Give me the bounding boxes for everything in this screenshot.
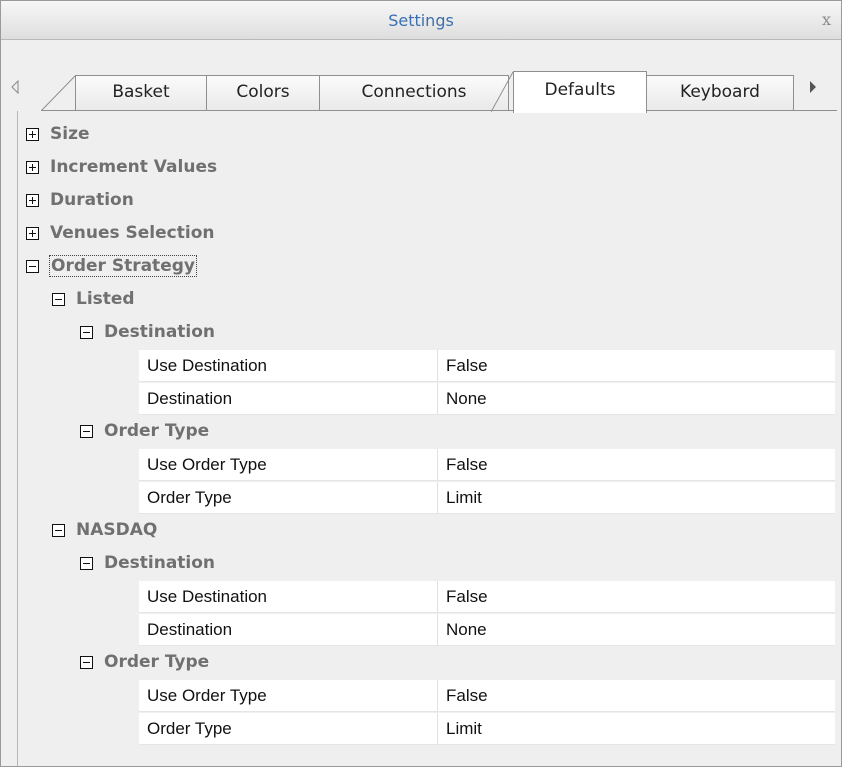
- category-label: Size: [50, 124, 90, 144]
- column-divider: [437, 350, 438, 381]
- expand-icon[interactable]: [26, 161, 39, 174]
- column-divider: [437, 449, 438, 480]
- subgroup-label: Order Type: [104, 652, 210, 672]
- collapse-icon[interactable]: [52, 524, 65, 537]
- property-row[interactable]: Destination None: [139, 614, 835, 646]
- category-label: Venues Selection: [50, 223, 215, 243]
- tab-strip: Basket Colors Connections Defaults Keybo…: [1, 63, 841, 113]
- subgroup-label: Order Type: [104, 421, 210, 441]
- column-divider: [437, 680, 438, 711]
- property-row[interactable]: Destination None: [139, 383, 835, 415]
- close-icon[interactable]: x: [822, 10, 831, 29]
- column-divider: [437, 482, 438, 513]
- property-name: Order Type: [147, 488, 232, 507]
- property-name: Destination: [147, 389, 233, 408]
- category-size[interactable]: Size: [18, 119, 835, 152]
- window-title: Settings: [388, 11, 454, 30]
- collapse-icon[interactable]: [80, 326, 93, 339]
- tab-scroll-left-icon[interactable]: [9, 79, 21, 95]
- property-value[interactable]: None: [446, 620, 487, 640]
- collapse-icon[interactable]: [52, 293, 65, 306]
- property-name: Use Destination: [147, 356, 268, 375]
- collapse-icon[interactable]: [80, 656, 93, 669]
- category-increment-values[interactable]: Increment Values: [18, 152, 835, 185]
- group-nasdaq[interactable]: NASDAQ: [18, 515, 835, 548]
- property-row[interactable]: Use Destination False: [139, 350, 835, 382]
- tab-basket[interactable]: Basket: [75, 75, 207, 111]
- collapse-icon[interactable]: [80, 557, 93, 570]
- property-value[interactable]: Limit: [446, 719, 482, 739]
- subgroup-label: Destination: [104, 553, 216, 573]
- property-row[interactable]: Use Order Type False: [139, 680, 835, 712]
- collapse-icon[interactable]: [26, 260, 39, 273]
- subgroup-order-type[interactable]: Order Type: [18, 416, 835, 449]
- property-value[interactable]: False: [446, 587, 488, 607]
- tab-colors[interactable]: Colors: [206, 75, 320, 111]
- tab-connections[interactable]: Connections: [319, 75, 509, 111]
- property-row[interactable]: Order Type Limit: [139, 482, 835, 514]
- property-value[interactable]: None: [446, 389, 487, 409]
- property-name: Use Order Type: [147, 455, 267, 474]
- subgroup-label: Destination: [104, 322, 216, 342]
- property-grid: Size Increment Values Duration Venues Se…: [17, 111, 835, 766]
- group-label: Listed: [76, 289, 135, 309]
- settings-window: Settings x Basket Colors Connections Def…: [0, 0, 842, 767]
- tab-scroll-right-icon[interactable]: [807, 79, 819, 95]
- column-divider: [437, 383, 438, 414]
- group-listed[interactable]: Listed: [18, 284, 835, 317]
- property-value[interactable]: False: [446, 686, 488, 706]
- subgroup-destination[interactable]: Destination: [18, 548, 835, 581]
- tab-defaults[interactable]: Defaults: [513, 71, 647, 113]
- property-value[interactable]: False: [446, 455, 488, 475]
- property-value[interactable]: False: [446, 356, 488, 376]
- collapse-icon[interactable]: [80, 425, 93, 438]
- tab-keyboard[interactable]: Keyboard: [646, 75, 794, 111]
- column-divider: [437, 713, 438, 744]
- category-duration[interactable]: Duration: [18, 185, 835, 218]
- property-row[interactable]: Use Destination False: [139, 581, 835, 613]
- property-name: Order Type: [147, 719, 232, 738]
- category-venues-selection[interactable]: Venues Selection: [18, 218, 835, 251]
- expand-icon[interactable]: [26, 194, 39, 207]
- group-label: NASDAQ: [76, 520, 158, 540]
- category-label: Increment Values: [50, 157, 218, 177]
- column-divider: [437, 614, 438, 645]
- expand-icon[interactable]: [26, 128, 39, 141]
- property-row[interactable]: Use Order Type False: [139, 449, 835, 481]
- expand-icon[interactable]: [26, 227, 39, 240]
- category-label: Order Strategy: [49, 255, 197, 277]
- title-bar[interactable]: Settings x: [1, 1, 841, 40]
- property-name: Use Destination: [147, 587, 268, 606]
- property-row[interactable]: Order Type Limit: [139, 713, 835, 745]
- property-name: Use Order Type: [147, 686, 267, 705]
- subgroup-order-type[interactable]: Order Type: [18, 647, 835, 680]
- column-divider: [437, 581, 438, 612]
- property-name: Destination: [147, 620, 233, 639]
- category-order-strategy[interactable]: Order Strategy: [18, 251, 835, 284]
- subgroup-destination[interactable]: Destination: [18, 317, 835, 350]
- tab-active-slant: [491, 71, 514, 113]
- property-value[interactable]: Limit: [446, 488, 482, 508]
- category-label: Duration: [50, 190, 134, 210]
